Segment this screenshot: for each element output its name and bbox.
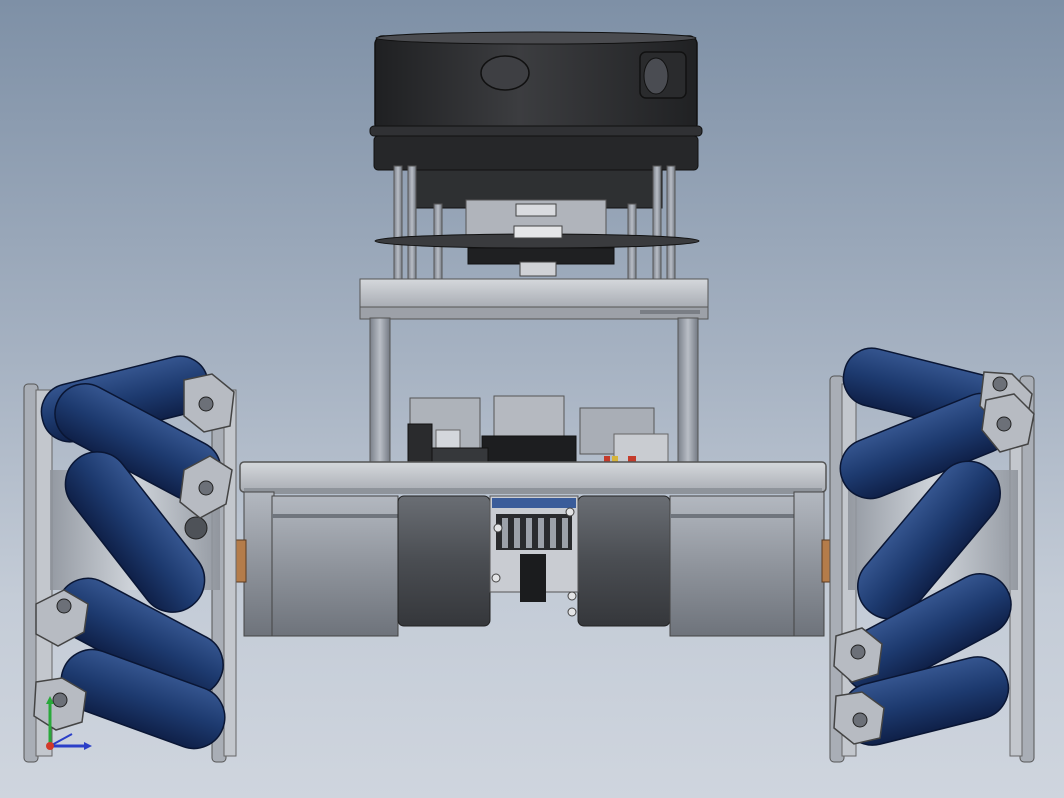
mecanum-wheel-right	[829, 347, 1035, 763]
cad-viewport[interactable]	[0, 0, 1064, 798]
controller-board	[407, 395, 669, 465]
triad-z-axis	[46, 742, 54, 750]
lidar-sensor	[369, 31, 703, 209]
lidar-window	[480, 55, 530, 91]
mecanum-wheel-left	[23, 355, 237, 763]
gearbox	[489, 495, 579, 617]
chassis-plate	[239, 461, 827, 494]
robot-model-render	[23, 31, 1035, 763]
top-plate	[359, 278, 709, 320]
lidar-lens	[643, 57, 669, 95]
